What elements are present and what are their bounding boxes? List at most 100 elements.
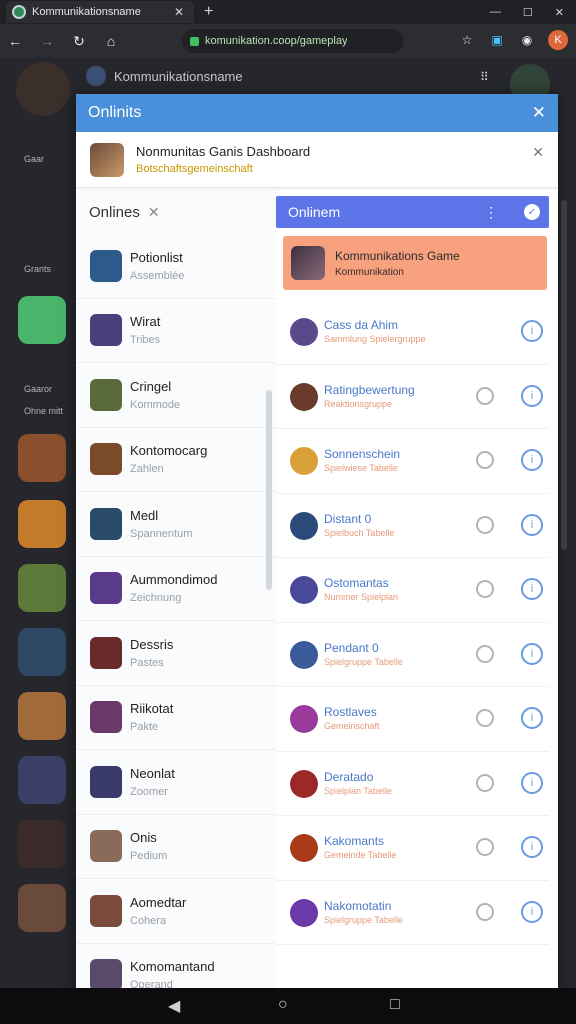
window-controls: — ☐ ✕ [490, 0, 576, 24]
online-row[interactable]: Rostlaves Gemeinschaft i [276, 687, 549, 752]
forward-icon[interactable]: → [38, 33, 56, 49]
dialog-title: Onlinits [88, 104, 142, 121]
row-subtitle: Reaktionsgruppe [324, 398, 393, 409]
info-icon[interactable]: i [521, 449, 543, 471]
select-radio[interactable] [476, 451, 494, 469]
dialog-header: Onlinits [76, 94, 558, 132]
back-icon[interactable]: ← [6, 33, 24, 49]
row-name: Sonnenschein [324, 447, 401, 461]
member-name: Medl [130, 507, 159, 523]
member-name: Aummondimod [130, 572, 218, 588]
extension-icon[interactable]: ▣ [488, 31, 506, 49]
extension-icon[interactable]: ◉ [518, 31, 536, 49]
minimize-icon[interactable]: — [490, 6, 501, 18]
online-row[interactable]: Kakomants Gemeinde Tabelle i [276, 816, 549, 881]
member-item[interactable]: Riikotat Pakte [76, 686, 276, 750]
server-icon [18, 296, 66, 344]
close-icon[interactable]: ✕ [532, 144, 544, 161]
member-item[interactable]: Potionlist Assemblée [76, 234, 276, 299]
info-icon[interactable]: i [521, 578, 543, 600]
member-item[interactable]: Cringel Kommode [76, 363, 276, 428]
row-subtitle: Nummer Spielplan [324, 592, 399, 602]
online-row[interactable]: Nakomotatin Spielgruppe Tabelle i [276, 881, 549, 945]
profile-avatar[interactable]: K [548, 30, 568, 50]
select-radio[interactable] [476, 709, 494, 727]
tab-title: Kommunikationsname [32, 6, 141, 18]
member-item[interactable]: Medl Spannentum [76, 492, 276, 557]
clear-filter-icon[interactable]: ✕ [148, 204, 160, 221]
info-icon[interactable]: i [521, 771, 543, 794]
system-nav-bar: ◀ ○ □ [0, 988, 576, 1024]
reload-icon[interactable]: ↻ [70, 33, 88, 50]
member-item[interactable]: Kontomocarg Zahlen [76, 428, 276, 492]
server-subtitle: Botschaftsgemeinschaft [136, 163, 253, 175]
featured-row[interactable]: Kommunikations Game Kommunikation [283, 236, 547, 290]
back-nav-icon[interactable]: ◀ [168, 996, 180, 1016]
new-tab-icon[interactable]: + [204, 3, 213, 21]
close-window-icon[interactable]: ✕ [555, 6, 564, 19]
row-name: Cass da Ahim [324, 318, 399, 332]
close-icon[interactable]: ✕ [532, 103, 546, 123]
online-row[interactable]: Sonnenschein Spielwiese Tabelle i [276, 429, 549, 494]
avatar [90, 443, 122, 476]
online-row[interactable]: Ratingbewertung Reaktionsgruppe i [276, 365, 549, 429]
select-radio[interactable] [476, 902, 494, 921]
select-radio[interactable] [476, 515, 494, 534]
home-nav-icon[interactable]: ○ [278, 996, 288, 1014]
member-item[interactable]: Komomantand Operand [76, 944, 276, 990]
more-options-icon[interactable]: ⋮ [484, 204, 498, 221]
browser-tab[interactable]: Kommunikationsname ✕ [6, 1, 194, 23]
server-card: Nonmunitas Ganis Dashboard Botschaftsgem… [76, 132, 558, 188]
info-icon[interactable]: i [521, 513, 543, 536]
online-row[interactable]: Distant 0 Spielbuch Tabelle i [276, 494, 549, 558]
member-status: Assemblée [130, 269, 185, 282]
member-status: Zahlen [130, 463, 164, 476]
info-icon[interactable]: i [521, 642, 543, 665]
member-item[interactable]: Aummondimod Zeichnung [76, 557, 276, 621]
row-subtitle: Gemeinde Tabelle [324, 850, 397, 860]
maximize-icon[interactable]: ☐ [523, 6, 533, 19]
row-name: Pendant 0 [324, 640, 379, 655]
check-icon[interactable]: ✓ [524, 204, 540, 220]
row-name: Ostomantas [324, 576, 389, 590]
featured-subtitle: Kommunikation [335, 266, 404, 278]
avatar [290, 382, 318, 411]
recents-nav-icon[interactable]: □ [390, 996, 400, 1014]
avatar [290, 705, 318, 733]
online-row[interactable]: Deratado Spielplan Tabelle i [276, 752, 549, 816]
member-name: Dessris [130, 636, 174, 652]
avatar [90, 572, 122, 605]
online-list-panel: Onlinem ⋮ ✓ Kommunikations Game Kommunik… [276, 190, 558, 990]
home-icon[interactable]: ⌂ [102, 33, 120, 49]
select-radio[interactable] [476, 386, 494, 405]
select-radio[interactable] [476, 838, 494, 856]
scrollbar[interactable] [561, 200, 567, 550]
select-radio[interactable] [476, 644, 494, 663]
member-item[interactable]: Neonlat Zoomer [76, 750, 276, 815]
info-icon[interactable]: i [521, 836, 543, 858]
member-item[interactable]: Onis Pedium [76, 815, 276, 879]
bookmark-star-icon[interactable]: ☆ [458, 31, 476, 49]
address-bar[interactable]: komunikation.coop/gameplay [182, 29, 404, 53]
info-icon[interactable]: i [521, 384, 543, 407]
scrollbar[interactable] [266, 390, 272, 590]
online-row[interactable]: Cass da Ahim Sammlung Spielergruppe i [276, 300, 549, 365]
member-item[interactable]: Aomedtar Cohera [76, 879, 276, 944]
info-icon[interactable]: i [521, 900, 543, 923]
online-filter[interactable]: Onlines ✕ [76, 190, 276, 234]
browser-toolbar: ← → ↻ ⌂ komunikation.coop/gameplay ☆ ▣ ◉… [0, 24, 576, 58]
members-list: Onlines ✕ Potionlist Assemblée Wirat Tribes… [76, 190, 276, 990]
info-icon[interactable]: i [521, 320, 543, 342]
select-radio[interactable] [476, 773, 494, 792]
info-icon[interactable]: i [521, 707, 543, 729]
avatar [90, 249, 122, 282]
online-row[interactable]: Pendant 0 Spielgruppe Tabelle i [276, 623, 549, 687]
select-radio[interactable] [476, 580, 494, 598]
avatar [290, 640, 318, 669]
member-item[interactable]: Wirat Tribes [76, 299, 276, 363]
member-item[interactable]: Dessris Pastes [76, 621, 276, 686]
url-text: komunikation.coop/gameplay [205, 35, 348, 47]
online-row[interactable]: Ostomantas Nummer Spielplan i [276, 558, 549, 623]
server-icon [18, 884, 66, 932]
tab-close-icon[interactable]: ✕ [174, 5, 184, 19]
